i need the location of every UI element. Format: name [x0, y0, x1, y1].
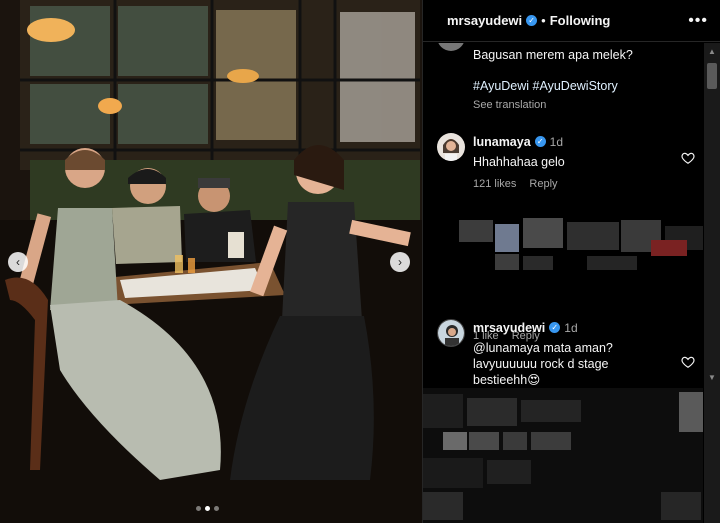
more-options-icon[interactable]: ••• [688, 12, 708, 30]
reply-button[interactable]: Reply [529, 178, 557, 190]
carousel-dot [196, 506, 201, 511]
carousel-dot [214, 506, 219, 511]
caption-text: Bagusan merem apa melek? [473, 48, 633, 62]
see-translation-link[interactable]: See translation [473, 99, 546, 111]
following-button[interactable]: Following [550, 13, 611, 28]
pixelated-content-icon [423, 388, 703, 523]
carousel-indicator [196, 506, 219, 511]
scroll-up-icon[interactable]: ▲ [704, 43, 720, 59]
comment-username[interactable]: mrsayudewi [473, 321, 545, 335]
scrollbar-thumb[interactable] [707, 63, 717, 89]
comment-text: Hhahhahaa gelo [473, 155, 565, 169]
avatar[interactable] [437, 133, 465, 161]
caption-hashtags[interactable]: #AyuDewi #AyuDewiStory [473, 79, 618, 93]
comments-list[interactable]: Bagusan merem apa melek? #AyuDewi #AyuDe… [423, 43, 703, 523]
pixelated-comment-icon [459, 218, 703, 270]
verified-badge-icon: ✓ [549, 322, 561, 334]
author-avatar[interactable] [437, 43, 465, 51]
photo-scene [0, 0, 422, 523]
post-photo[interactable]: ‹ › [0, 0, 422, 523]
verified-badge-icon: ✓ [534, 136, 546, 148]
comment-text: @lunamaya mata aman?lavyuuuuuu rock d st… [473, 341, 613, 387]
comment-time: 1d [549, 135, 564, 149]
carousel-dot-active [205, 506, 210, 511]
verified-badge-icon: ✓ [526, 15, 538, 26]
comment-username[interactable]: lunamaya [473, 135, 531, 149]
carousel-next-button[interactable]: › [390, 252, 410, 272]
scrollbar[interactable]: ▲ ▼ [704, 43, 720, 523]
comments-panel: mrsayudewi ✓ • Following ••• Bagusan mer… [422, 0, 720, 523]
header-separator: • [541, 13, 546, 28]
avatar[interactable] [437, 319, 465, 347]
chevron-right-icon: › [398, 255, 402, 269]
comment-time: 1d [564, 321, 578, 335]
comment-likes[interactable]: 121 likes [473, 178, 516, 190]
heart-icon[interactable] [681, 151, 695, 165]
header-username[interactable]: mrsayudewi [447, 13, 522, 28]
carousel-prev-button[interactable]: ‹ [8, 252, 28, 272]
scroll-down-icon[interactable]: ▼ [704, 369, 720, 385]
chevron-left-icon: ‹ [16, 255, 20, 269]
heart-icon[interactable] [681, 355, 695, 369]
post-header: mrsayudewi ✓ • Following ••• [423, 0, 720, 42]
